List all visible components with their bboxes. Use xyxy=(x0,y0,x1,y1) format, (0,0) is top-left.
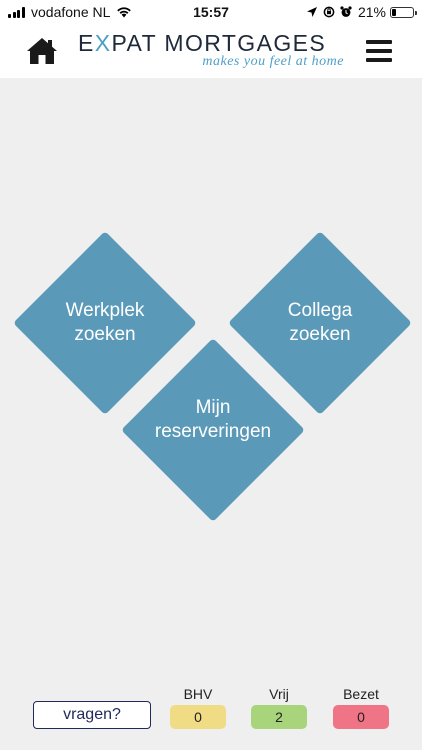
brand-logo: EXPAT MORTGAGES makes you feel at home xyxy=(78,30,348,74)
home-icon[interactable] xyxy=(26,36,58,66)
free-label: Vrij xyxy=(269,686,289,702)
battery-icon xyxy=(390,6,417,18)
bhv-count-badge: 0 xyxy=(170,705,226,729)
alarm-icon xyxy=(340,6,352,17)
signal-icon xyxy=(8,6,26,18)
status-bar: vodafone NL 15:57 21% xyxy=(0,0,422,24)
logo-wordmark: EXPAT MORTGAGES xyxy=(78,30,327,56)
occupied-count-badge: 0 xyxy=(333,705,389,729)
wifi-icon xyxy=(117,7,132,18)
location-icon xyxy=(306,7,317,17)
occupied-label: Bezet xyxy=(343,686,379,702)
hamburger-menu-icon[interactable] xyxy=(366,40,392,62)
ask-questions-button[interactable]: vragen? xyxy=(33,701,151,729)
logo-tagline: makes you feel at home xyxy=(202,54,344,69)
free-counter: Vrij 2 xyxy=(251,685,307,729)
occupied-counter: Bezet 0 xyxy=(333,685,389,729)
free-count-badge: 2 xyxy=(251,705,307,729)
bhv-counter: BHV 0 xyxy=(170,685,226,729)
bhv-label: BHV xyxy=(183,686,213,702)
app-header: EXPAT MORTGAGES makes you feel at home xyxy=(0,24,422,78)
carrier-name: vodafone NL xyxy=(31,4,111,20)
orientation-lock-icon xyxy=(323,6,335,18)
battery-percent: 21% xyxy=(357,4,386,20)
